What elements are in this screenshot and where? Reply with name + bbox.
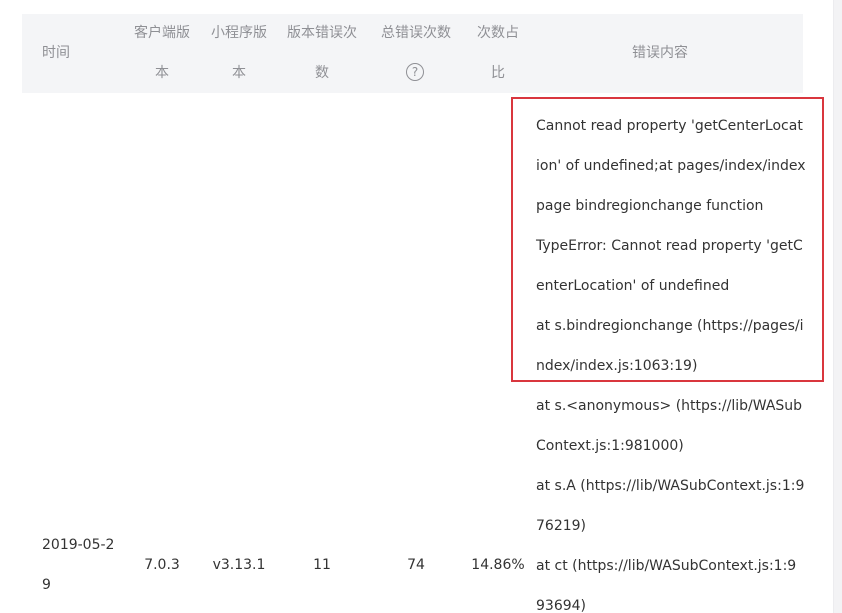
- error-log-page: 时间 客户端版 本 小程序版 本 版本错误次 数 总错误次数 ? 次数占 比 错…: [0, 0, 842, 613]
- header-miniprogram-version-line1: 小程序版: [211, 25, 267, 41]
- header-client-version-line2: 本: [155, 65, 169, 81]
- error-line: Context.js:1:981000): [536, 438, 684, 454]
- header-version-errors-line1: 版本错误次: [287, 25, 357, 41]
- header-client-version-line1: 客户端版: [134, 25, 190, 41]
- highlight-annotation-box: [511, 97, 824, 382]
- row-time-line1: 2019-05-2: [42, 537, 115, 553]
- row-ratio: 14.86%: [471, 557, 525, 573]
- header-miniprogram-version-line2: 本: [232, 65, 246, 81]
- error-line: at ct (https://lib/WASubContext.js:1:9: [536, 558, 797, 574]
- header-ratio-line2: 比: [491, 65, 505, 81]
- error-line: at s.A (https://lib/WASubContext.js:1:9: [536, 478, 805, 494]
- help-icon[interactable]: ?: [406, 63, 424, 81]
- row-client-version: 7.0.3: [144, 557, 180, 573]
- header-time: 时间: [42, 45, 70, 61]
- error-line: 93694): [536, 598, 586, 613]
- row-total-errors: 74: [407, 557, 425, 573]
- header-version-errors-line2: 数: [315, 65, 329, 81]
- error-line: at s.<anonymous> (https://lib/WASub: [536, 398, 803, 414]
- header-error-content: 错误内容: [632, 45, 688, 61]
- scrollbar[interactable]: [833, 0, 842, 613]
- row-version-errors: 11: [313, 557, 331, 573]
- row-miniprogram-version: v3.13.1: [212, 557, 266, 573]
- header-ratio-line1: 次数占: [477, 25, 519, 41]
- header-total-errors: 总错误次数: [381, 25, 451, 41]
- error-line: 76219): [536, 518, 586, 534]
- row-time-line2: 9: [42, 577, 51, 593]
